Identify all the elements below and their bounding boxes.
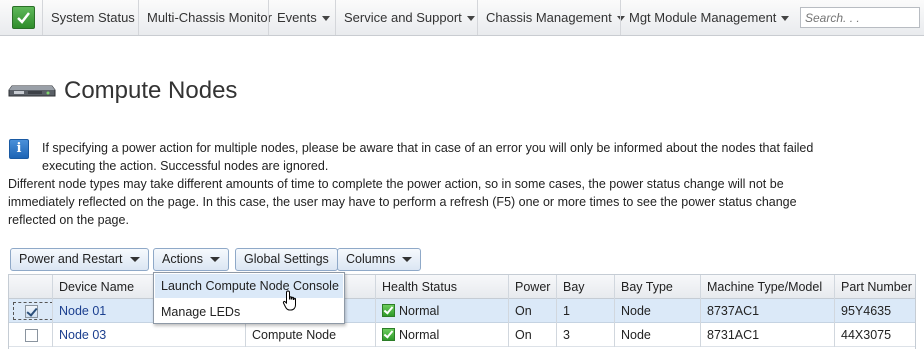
button-label: Actions (162, 252, 203, 266)
part-number-cell: 95Y4635 (834, 299, 915, 323)
machine-type-cell: 8737AC1 (700, 299, 834, 323)
column-header-bay[interactable]: Bay (556, 275, 614, 299)
chevron-down-icon (402, 257, 413, 263)
green-check-icon[interactable] (12, 6, 35, 29)
global-settings-button[interactable]: Global Settings (235, 248, 338, 271)
nav-service-and-support[interactable]: Service and Support (335, 0, 483, 35)
nav-label: Service and Support (344, 10, 462, 25)
info-message: If specifying a power action for multipl… (42, 141, 814, 173)
info-message-detail: Different node types may take different … (8, 177, 797, 227)
nav-events[interactable]: Events (268, 0, 338, 35)
row-checkbox[interactable] (25, 329, 38, 342)
bay-type-cell: Node (614, 323, 700, 347)
column-header-bay-type[interactable]: Bay Type (614, 275, 700, 299)
actions-dropdown-menu: Launch Compute Node Console Manage LEDs (153, 272, 345, 324)
nav-label: Chassis Management (486, 10, 612, 25)
chevron-down-icon (321, 16, 330, 22)
menu-item-launch-console[interactable]: Launch Compute Node Console (155, 274, 343, 298)
columns-button[interactable]: Columns (337, 248, 422, 271)
device-name-link[interactable]: Node 03 (52, 323, 245, 347)
nav-label: System Status (51, 10, 135, 25)
hand-cursor-icon (282, 290, 300, 315)
button-label: Columns (346, 252, 396, 266)
power-cell: On (508, 323, 556, 347)
search-input[interactable] (800, 7, 920, 28)
table-row[interactable]: Node 01 Normal On 1 Node 8737AC1 95Y4635 (9, 299, 915, 323)
chevron-down-icon (129, 257, 140, 263)
chevron-down-icon (781, 16, 790, 22)
row-checkbox[interactable] (25, 305, 38, 318)
button-label: Power and Restart (19, 252, 123, 266)
nav-label: Mgt Module Management (629, 10, 777, 25)
select-all-header[interactable] (9, 275, 52, 299)
status-ok-icon (382, 328, 395, 341)
top-nav-bar: System Status Multi-Chassis Monitor Even… (0, 0, 924, 36)
nav-mgt-module-management[interactable]: Mgt Module Management (620, 0, 797, 35)
bay-type-cell: Node (614, 299, 700, 323)
bay-cell: 3 (556, 323, 614, 347)
actions-button[interactable]: Actions (153, 248, 229, 271)
bay-cell: 1 (556, 299, 614, 323)
health-status-label: Normal (399, 328, 440, 342)
power-cell: On (508, 299, 556, 323)
chassis-icon (8, 81, 56, 99)
nav-label: Events (277, 10, 317, 25)
part-number-cell: 44X3075 (834, 323, 915, 347)
chevron-down-icon (210, 257, 220, 263)
nav-chassis-management[interactable]: Chassis Management (477, 0, 633, 35)
health-status-label: Normal (399, 304, 440, 318)
column-header-part-number[interactable]: Part Number (834, 275, 915, 299)
node-type-cell: Compute Node (245, 323, 375, 347)
menu-item-manage-leds[interactable]: Manage LEDs (155, 300, 343, 324)
compute-nodes-table: Device Name Health Status Power Bay Bay … (8, 274, 916, 349)
table-row[interactable]: Node 03 Compute Node Normal On 3 Node 87… (9, 323, 915, 347)
column-header-power[interactable]: Power (508, 275, 556, 299)
chevron-down-icon (466, 16, 475, 22)
column-header-machine-type-model[interactable]: Machine Type/Model (700, 275, 834, 299)
info-icon: i (9, 139, 29, 159)
button-label: Global Settings (244, 252, 329, 266)
column-header-health-status[interactable]: Health Status (375, 275, 508, 299)
nav-multi-chassis-monitor[interactable]: Multi-Chassis Monitor (138, 0, 280, 35)
nav-label: Multi-Chassis Monitor (147, 10, 272, 25)
nav-system-status[interactable]: System Status (42, 0, 143, 35)
table-header: Device Name Health Status Power Bay Bay … (9, 275, 915, 299)
health-status-cell: Normal (375, 323, 508, 347)
status-ok-icon (382, 304, 395, 317)
health-status-cell: Normal (375, 299, 508, 323)
power-and-restart-button[interactable]: Power and Restart (10, 248, 149, 271)
page-title: Compute Nodes (64, 77, 238, 104)
machine-type-cell: 8731AC1 (700, 323, 834, 347)
